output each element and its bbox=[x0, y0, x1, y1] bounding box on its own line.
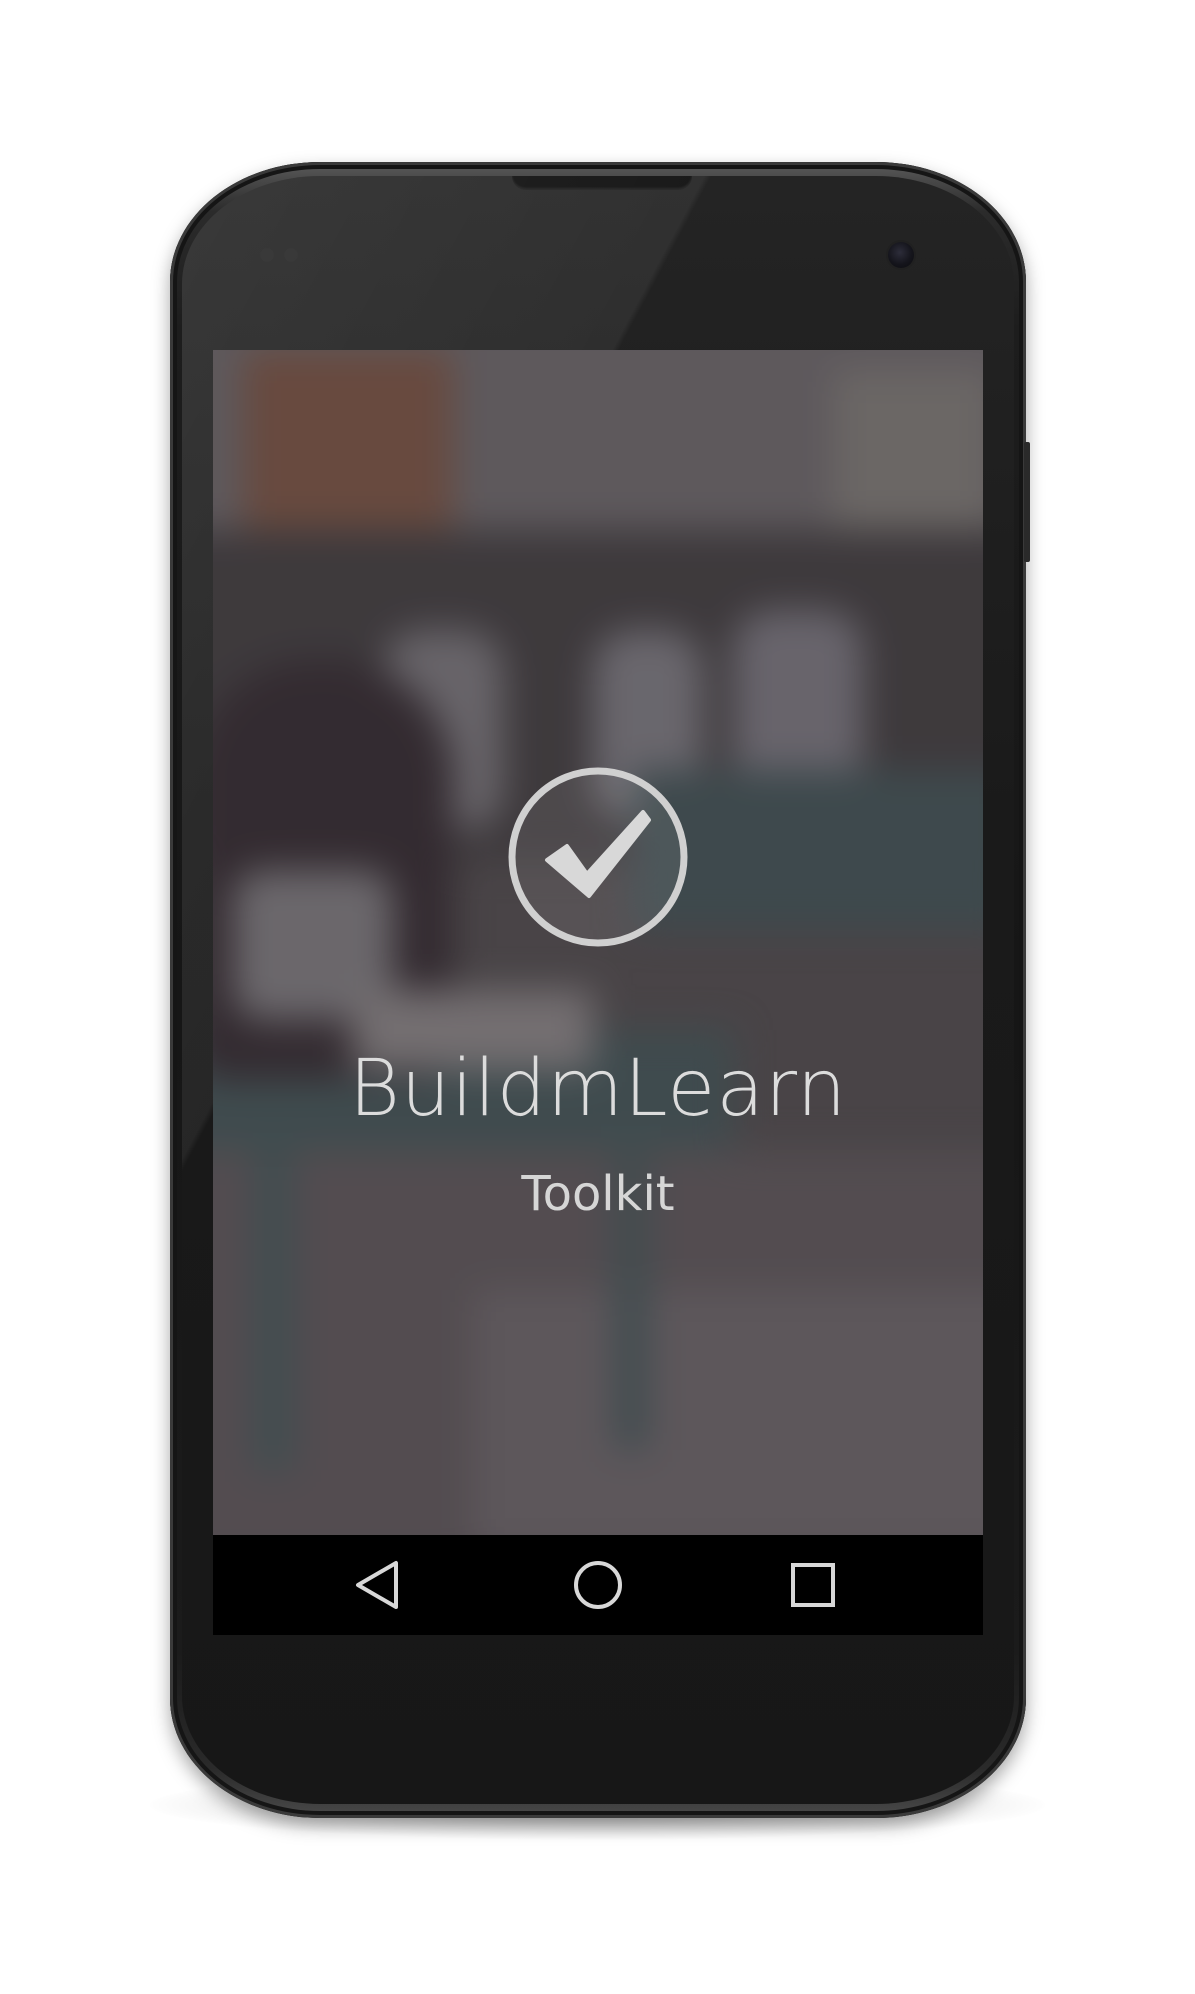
app-title: BuildmLearn bbox=[348, 1044, 848, 1134]
home-button[interactable] bbox=[568, 1555, 628, 1615]
home-circle-icon bbox=[574, 1561, 622, 1609]
recents-square-icon bbox=[791, 1563, 835, 1607]
front-camera bbox=[888, 242, 914, 268]
earpiece-speaker bbox=[512, 176, 692, 190]
app-subtitle: Toolkit bbox=[521, 1166, 675, 1222]
device-mockup: BuildmLearn Toolkit bbox=[0, 0, 1195, 1994]
back-button[interactable] bbox=[348, 1555, 408, 1615]
proximity-sensors bbox=[260, 248, 304, 262]
phone-screen: BuildmLearn Toolkit bbox=[213, 350, 983, 1635]
power-button bbox=[1024, 442, 1030, 562]
splash-screen: BuildmLearn Toolkit bbox=[213, 350, 983, 1535]
back-triangle-icon bbox=[356, 1561, 398, 1609]
checkmark-circle-icon bbox=[503, 762, 693, 952]
recents-button[interactable] bbox=[783, 1555, 843, 1615]
android-navigation-bar bbox=[213, 1535, 983, 1635]
